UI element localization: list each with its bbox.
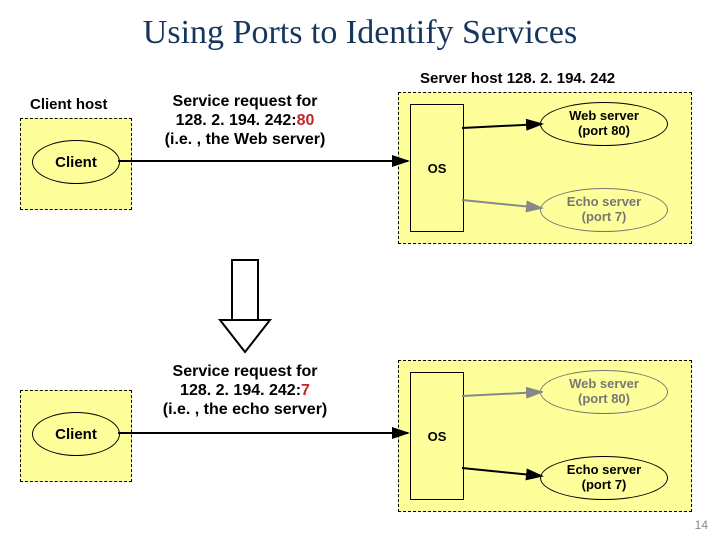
web-server-l1-1: Web server: [569, 108, 639, 123]
echo-server-bubble-1: Echo server (port 7): [540, 188, 668, 232]
echo-server-l1-2: Echo server: [567, 462, 641, 477]
req1-line1: Service request for: [173, 93, 318, 110]
client-host-label-1: Client host: [30, 96, 108, 113]
client-bubble-2: Client: [32, 412, 120, 456]
req2-port: 7: [301, 382, 310, 399]
echo-server-l1-1: Echo server: [567, 194, 641, 209]
service-request-2: Service request for 128. 2. 194. 242:7 (…: [140, 362, 350, 420]
web-server-l2-1: (port 80): [578, 123, 630, 138]
req2-line1: Service request for: [173, 363, 318, 380]
service-request-1: Service request for 128. 2. 194. 242:80 …: [145, 92, 345, 150]
req1-port: 80: [297, 112, 315, 129]
req1-line2a: 128. 2. 194. 242:: [176, 112, 297, 129]
echo-server-l2-1: (port 7): [582, 209, 627, 224]
server-host-label: Server host 128. 2. 194. 242: [420, 70, 615, 87]
client-bubble-1: Client: [32, 140, 120, 184]
page-number: 14: [695, 518, 708, 532]
web-server-bubble-2: Web server (port 80): [540, 370, 668, 414]
web-server-bubble-1: Web server (port 80): [540, 102, 668, 146]
req2-line3: (i.e. , the echo server): [163, 401, 328, 418]
os-box-1: OS: [410, 104, 464, 232]
echo-server-bubble-2: Echo server (port 7): [540, 456, 668, 500]
web-server-l2-2: (port 80): [578, 391, 630, 406]
down-arrow-icon: [220, 260, 270, 352]
req1-line3: (i.e. , the Web server): [165, 131, 326, 148]
os-box-2: OS: [410, 372, 464, 500]
echo-server-l2-2: (port 7): [582, 477, 627, 492]
page-title: Using Ports to Identify Services: [0, 0, 720, 52]
req2-line2a: 128. 2. 194. 242:: [180, 382, 301, 399]
web-server-l1-2: Web server: [569, 376, 639, 391]
